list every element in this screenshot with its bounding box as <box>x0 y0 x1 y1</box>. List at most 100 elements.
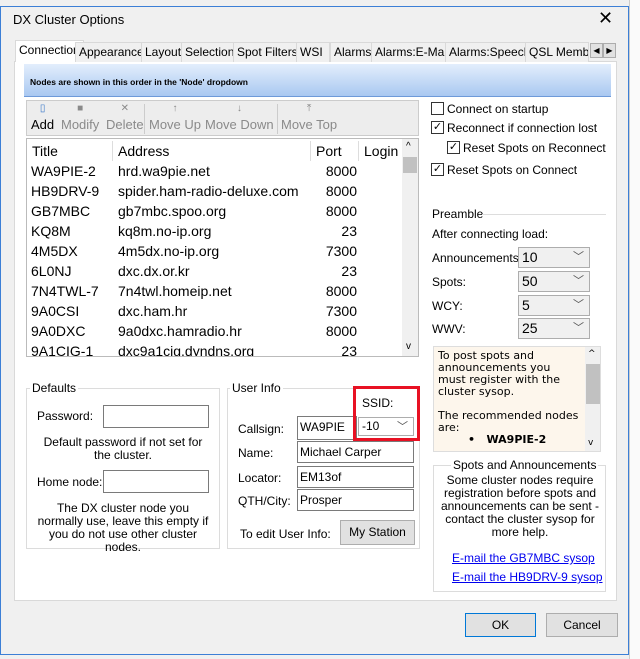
info-banner: Nodes are shown in this order in the 'No… <box>24 64 611 97</box>
scrollbar[interactable]: ^ v <box>402 139 418 356</box>
cancel-button[interactable]: Cancel <box>546 613 618 637</box>
password-input[interactable] <box>103 405 209 428</box>
recommended-node: WA9PIE-2 <box>486 433 547 446</box>
tab-scroll-right-icon[interactable]: ▶ <box>603 43 616 58</box>
tab-scroll-left-icon[interactable]: ◀ <box>590 43 603 58</box>
email-gb7mbc-link[interactable]: E-mail the GB7MBC sysop <box>452 551 595 565</box>
cell-port: 8000 <box>325 203 357 219</box>
qth-input[interactable]: Prosper <box>297 489 414 511</box>
spots-select[interactable]: 50 ﹀ <box>518 271 590 292</box>
modify-button[interactable]: ■ Modify <box>61 103 99 132</box>
my-station-button[interactable]: My Station <box>340 520 415 545</box>
tab-alarms[interactable]: Alarms <box>330 42 376 62</box>
wwv-select[interactable]: 25 ﹀ <box>518 318 590 339</box>
table-row[interactable]: 6L0NJ dxc.dx.or.kr 23 <box>27 261 403 281</box>
table-row[interactable]: 4M5DX 4m5dx.no-ip.org 7300 <box>27 241 403 261</box>
table-row[interactable]: GB7MBC gb7mbc.spoo.org 8000 <box>27 201 403 221</box>
cell-title: 7N4TWL-7 <box>31 283 99 299</box>
table-row[interactable]: 9A0DXC 9a0dxc.hamradio.hr 8000 <box>27 321 403 341</box>
scroll-up-icon[interactable]: ^ <box>406 141 411 152</box>
delete-button[interactable]: ✕ Delete <box>106 103 144 132</box>
connect-startup-label: Connect on startup <box>447 102 549 116</box>
group-title: Spots and Announcements <box>451 458 599 472</box>
modify-icon: ■ <box>77 103 84 114</box>
table-row[interactable]: WA9PIE-2 hrd.wa9pie.net 8000 <box>27 161 403 181</box>
spots-help-text: Some cluster nodes require registration … <box>440 473 600 539</box>
connect-startup-checkbox[interactable] <box>431 102 444 115</box>
cell-address: gb7mbc.spoo.org <box>118 203 227 219</box>
scroll-down-icon[interactable]: v <box>588 437 593 449</box>
scroll-down-icon[interactable]: v <box>406 341 411 352</box>
divider <box>482 214 606 215</box>
ok-button[interactable]: OK <box>465 613 536 637</box>
cell-title: KQ8M <box>31 223 71 239</box>
cell-address: 4m5dx.no-ip.org <box>118 243 220 259</box>
cell-address: spider.ham-radio-deluxe.com <box>118 183 299 199</box>
move-down-button[interactable]: ↓ Move Down <box>205 103 274 132</box>
nodes-table: Title Address Port Login WA9PIE-2 hrd.wa9… <box>26 138 419 357</box>
window-title: DX Cluster Options <box>13 12 125 27</box>
announcements-select[interactable]: 10 ﹀ <box>518 247 590 268</box>
column-port[interactable]: Port <box>311 141 359 161</box>
email-hb9drv-link[interactable]: E-mail the HB9DRV-9 sysop <box>452 570 603 584</box>
bullet-icon: • <box>468 433 487 446</box>
reconnect-checkbox[interactable]: ✓ <box>431 121 444 134</box>
reset-connect-checkbox[interactable]: ✓ <box>431 163 444 176</box>
table-row[interactable]: HB9DRV-9 spider.ham-radio-deluxe.com 8000 <box>27 181 403 201</box>
cell-port: 23 <box>341 263 357 279</box>
tab-alarms-email[interactable]: Alarms:E-Mail <box>371 42 454 62</box>
tab-layout[interactable]: Layout <box>141 42 186 62</box>
background-app <box>629 0 640 659</box>
tab-qsl-members[interactable]: QSL Membe <box>525 42 589 62</box>
name-input[interactable]: Michael Carper <box>297 441 414 463</box>
tab-spot-filters[interactable]: Spot Filters <box>233 42 302 62</box>
cell-title: 9A1CIG-1 <box>31 343 94 357</box>
cell-title: 4M5DX <box>31 243 78 259</box>
column-login[interactable]: Login <box>359 141 403 161</box>
arrow-top-icon: ⤒ <box>306 103 312 114</box>
locator-input[interactable]: EM13of <box>297 466 414 488</box>
callsign-input[interactable]: WA9PIE <box>297 416 357 440</box>
delete-icon: ✕ <box>120 103 129 114</box>
chevron-down-icon: ﹀ <box>573 275 584 287</box>
cell-title: 9A0DXC <box>31 323 86 339</box>
reset-reconnect-label: Reset Spots on Reconnect <box>463 141 606 155</box>
name-label: Name: <box>238 446 274 460</box>
close-icon[interactable]: ✕ <box>598 8 613 29</box>
info-text: The recommended nodes are: <box>438 409 579 434</box>
move-top-button[interactable]: ⤒ Move Top <box>281 103 337 132</box>
group-title: User Info <box>230 381 283 395</box>
scroll-thumb[interactable] <box>586 364 600 404</box>
column-title[interactable]: Title <box>27 141 113 161</box>
tab-connection[interactable]: Connection <box>15 40 84 62</box>
cell-title: WA9PIE-2 <box>31 163 96 179</box>
table-row[interactable]: 7N4TWL-7 7n4twl.homeip.net 8000 <box>27 281 403 301</box>
cell-address: dxc.dx.or.kr <box>118 263 190 279</box>
wcy-select[interactable]: 5 ﹀ <box>518 295 590 316</box>
tab-alarms-speech[interactable]: Alarms:Speech <box>445 42 535 62</box>
tab-wsi[interactable]: WSI <box>296 42 330 62</box>
table-row[interactable]: 9A1CIG-1 dxc9a1cig.dyndns.org 23 <box>27 341 403 357</box>
tab-appearance[interactable]: Appearance <box>75 42 148 62</box>
scroll-up-icon[interactable]: ^ <box>588 348 596 360</box>
tab-selection[interactable]: Selection <box>181 42 239 62</box>
move-up-button[interactable]: ↑ Move Up <box>149 103 201 132</box>
cell-port: 8000 <box>325 163 357 179</box>
table-row[interactable]: KQ8M kq8m.no-ip.org 23 <box>27 221 403 241</box>
scroll-thumb[interactable] <box>403 157 417 173</box>
table-row[interactable]: 9A0CSI dxc.ham.hr 7300 <box>27 301 403 321</box>
home-node-input[interactable] <box>103 470 209 493</box>
cell-port: 8000 <box>325 283 357 299</box>
cell-address: dxc9a1cig.dyndns.org <box>118 343 255 357</box>
toolbar: ▯ Add ■ Modify ✕ Delete ↑ Move Up ↓ Move Down… <box>26 100 419 136</box>
cell-port: 8000 <box>325 183 357 199</box>
reset-reconnect-checkbox[interactable]: ✓ <box>447 141 460 154</box>
preamble-subtitle: After connecting load: <box>432 227 549 241</box>
home-node-help: The DX cluster node you normally use, le… <box>37 501 209 554</box>
preamble-heading: Preamble <box>432 207 484 221</box>
home-node-label: Home node: <box>37 475 103 489</box>
add-button[interactable]: ▯ Add <box>31 103 54 132</box>
column-address[interactable]: Address <box>113 141 311 161</box>
qth-label: QTH/City: <box>238 494 291 508</box>
scrollbar[interactable]: ^ v <box>585 347 600 451</box>
